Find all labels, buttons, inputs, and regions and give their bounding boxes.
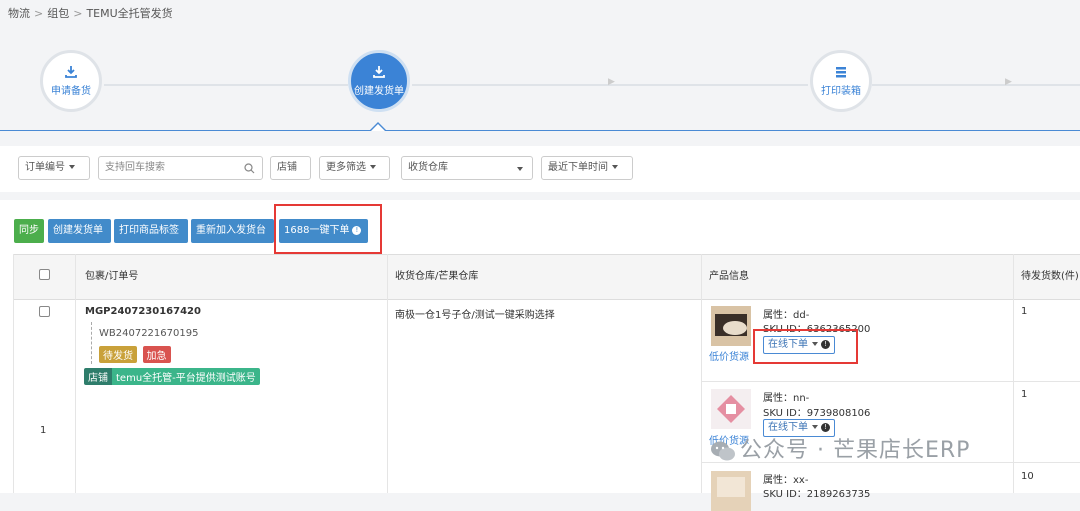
print-labels-label: 打印商品标签 [119, 225, 179, 236]
caret-down-icon [69, 165, 75, 169]
breadcrumb-item-pack[interactable]: 组包 [47, 7, 69, 20]
select-all-checkbox[interactable] [39, 269, 50, 280]
recent-order-time-dropdown[interactable]: 最近下单时间 [541, 156, 633, 180]
warehouse-select[interactable]: 收货仓库 [401, 156, 533, 180]
header-package-order: 包裹/订单号 [85, 271, 139, 282]
package-number[interactable]: MGP2407230167420 [85, 306, 201, 317]
print-labels-button[interactable]: 打印商品标签 [114, 219, 188, 243]
store-badge: 店铺 temu全托管-平台提供测试账号 [84, 368, 260, 385]
caret-down-icon [517, 167, 523, 171]
sync-button[interactable]: 同步 [14, 219, 44, 243]
column-divider [701, 254, 702, 493]
step-create-shipment[interactable]: 创建发货单 [348, 50, 410, 112]
product-image[interactable] [711, 389, 751, 429]
store-filter-label: 店铺 [277, 162, 297, 173]
tree-line [91, 322, 93, 364]
breadcrumb-item-logistics[interactable]: 物流 [8, 7, 30, 20]
status-badge: 待发货 [99, 346, 137, 363]
pending-qty: 1 [1021, 306, 1028, 317]
product-attribute: 属性：xx- [763, 475, 809, 486]
row-index: 1 [40, 425, 47, 436]
caret-down-icon [612, 165, 618, 169]
step-progress-bar: ▶ ▶ 申请备货 创建发货单 打印装箱 [0, 30, 1080, 131]
watermark: 公众号 · 芒果店长ERP [710, 432, 970, 464]
recent-order-time-label: 最近下单时间 [548, 162, 608, 173]
column-divider [387, 254, 388, 493]
re-add-button[interactable]: 重新加入发货台 [191, 219, 274, 243]
order-number[interactable]: WB2407221670195 [99, 328, 198, 339]
step-apply-stock[interactable]: 申请备货 [40, 50, 102, 112]
highlight-box [274, 204, 382, 254]
re-add-label: 重新加入发货台 [196, 225, 266, 236]
step-label: 申请备货 [51, 86, 91, 97]
warehouse-label: 收货仓库 [408, 162, 448, 173]
urgent-badge: 加急 [142, 346, 171, 363]
column-divider [13, 254, 14, 493]
pending-qty: 1 [1021, 389, 1028, 400]
download-icon [373, 66, 385, 78]
create-shipment-label: 创建发货单 [53, 225, 103, 236]
breadcrumb-separator: > [34, 7, 44, 20]
product-attribute: 属性：dd- [763, 310, 810, 321]
print-list-icon [836, 67, 846, 78]
breadcrumb-item-temu: TEMU全托管发货 [86, 7, 173, 20]
create-shipment-button[interactable]: 创建发货单 [48, 219, 111, 243]
wechat-icon [711, 441, 735, 461]
store-filter-button[interactable]: 店铺 [270, 156, 311, 180]
watermark-text: 公众号 · 芒果店长ERP [740, 438, 971, 463]
caret-down-icon [812, 425, 818, 429]
tags: 待发货 加急 [99, 346, 171, 363]
product-image[interactable] [711, 306, 751, 346]
warehouse-value: 南极一仓1号子仓/测试一键采购选择 [395, 310, 555, 321]
arrow-icon: ▶ [1005, 77, 1012, 87]
step-connector [872, 84, 1080, 86]
search-input[interactable]: 支持回车搜索 [98, 156, 263, 180]
breadcrumb-separator: > [73, 7, 83, 20]
search-placeholder: 支持回车搜索 [105, 162, 165, 173]
row-divider [701, 381, 1080, 382]
caret-down-icon [370, 165, 376, 169]
row-checkbox[interactable] [39, 306, 50, 317]
product-attribute: 属性：nn- [763, 393, 810, 404]
sync-label: 同步 [19, 225, 39, 236]
low-price-source-link[interactable]: 低价货源 [709, 348, 749, 363]
table-header [13, 254, 1080, 300]
download-icon [65, 66, 77, 78]
column-divider [75, 254, 76, 493]
more-filters-dropdown[interactable]: 更多筛选 [319, 156, 390, 180]
header-pending-qty: 待发货数(件) [1021, 271, 1079, 282]
product-image[interactable] [711, 471, 751, 511]
step-connector [104, 84, 348, 86]
sku-id: SKU ID：9739808106 [763, 408, 871, 419]
highlight-box [753, 329, 858, 364]
order-no-dropdown[interactable]: 订单编号 [18, 156, 90, 180]
column-divider [1013, 254, 1014, 493]
more-filters-label: 更多筛选 [326, 162, 366, 173]
header-product-info: 产品信息 [709, 271, 749, 282]
arrow-icon: ▶ [608, 77, 615, 87]
header-warehouse: 收货仓库/芒果仓库 [395, 271, 479, 282]
store-name: temu全托管-平台提供测试账号 [112, 368, 260, 385]
info-icon: ! [821, 422, 830, 432]
search-icon[interactable] [244, 163, 255, 174]
breadcrumb: 物流 > 组包 > TEMU全托管发货 [8, 5, 173, 21]
step-pointer-inner [371, 124, 385, 131]
order-no-label: 订单编号 [25, 162, 65, 173]
step-label: 创建发货单 [354, 86, 404, 97]
step-print-packing[interactable]: 打印装箱 [810, 50, 872, 112]
pending-qty: 10 [1021, 471, 1034, 482]
store-label: 店铺 [84, 368, 112, 385]
step-label: 打印装箱 [821, 86, 861, 97]
